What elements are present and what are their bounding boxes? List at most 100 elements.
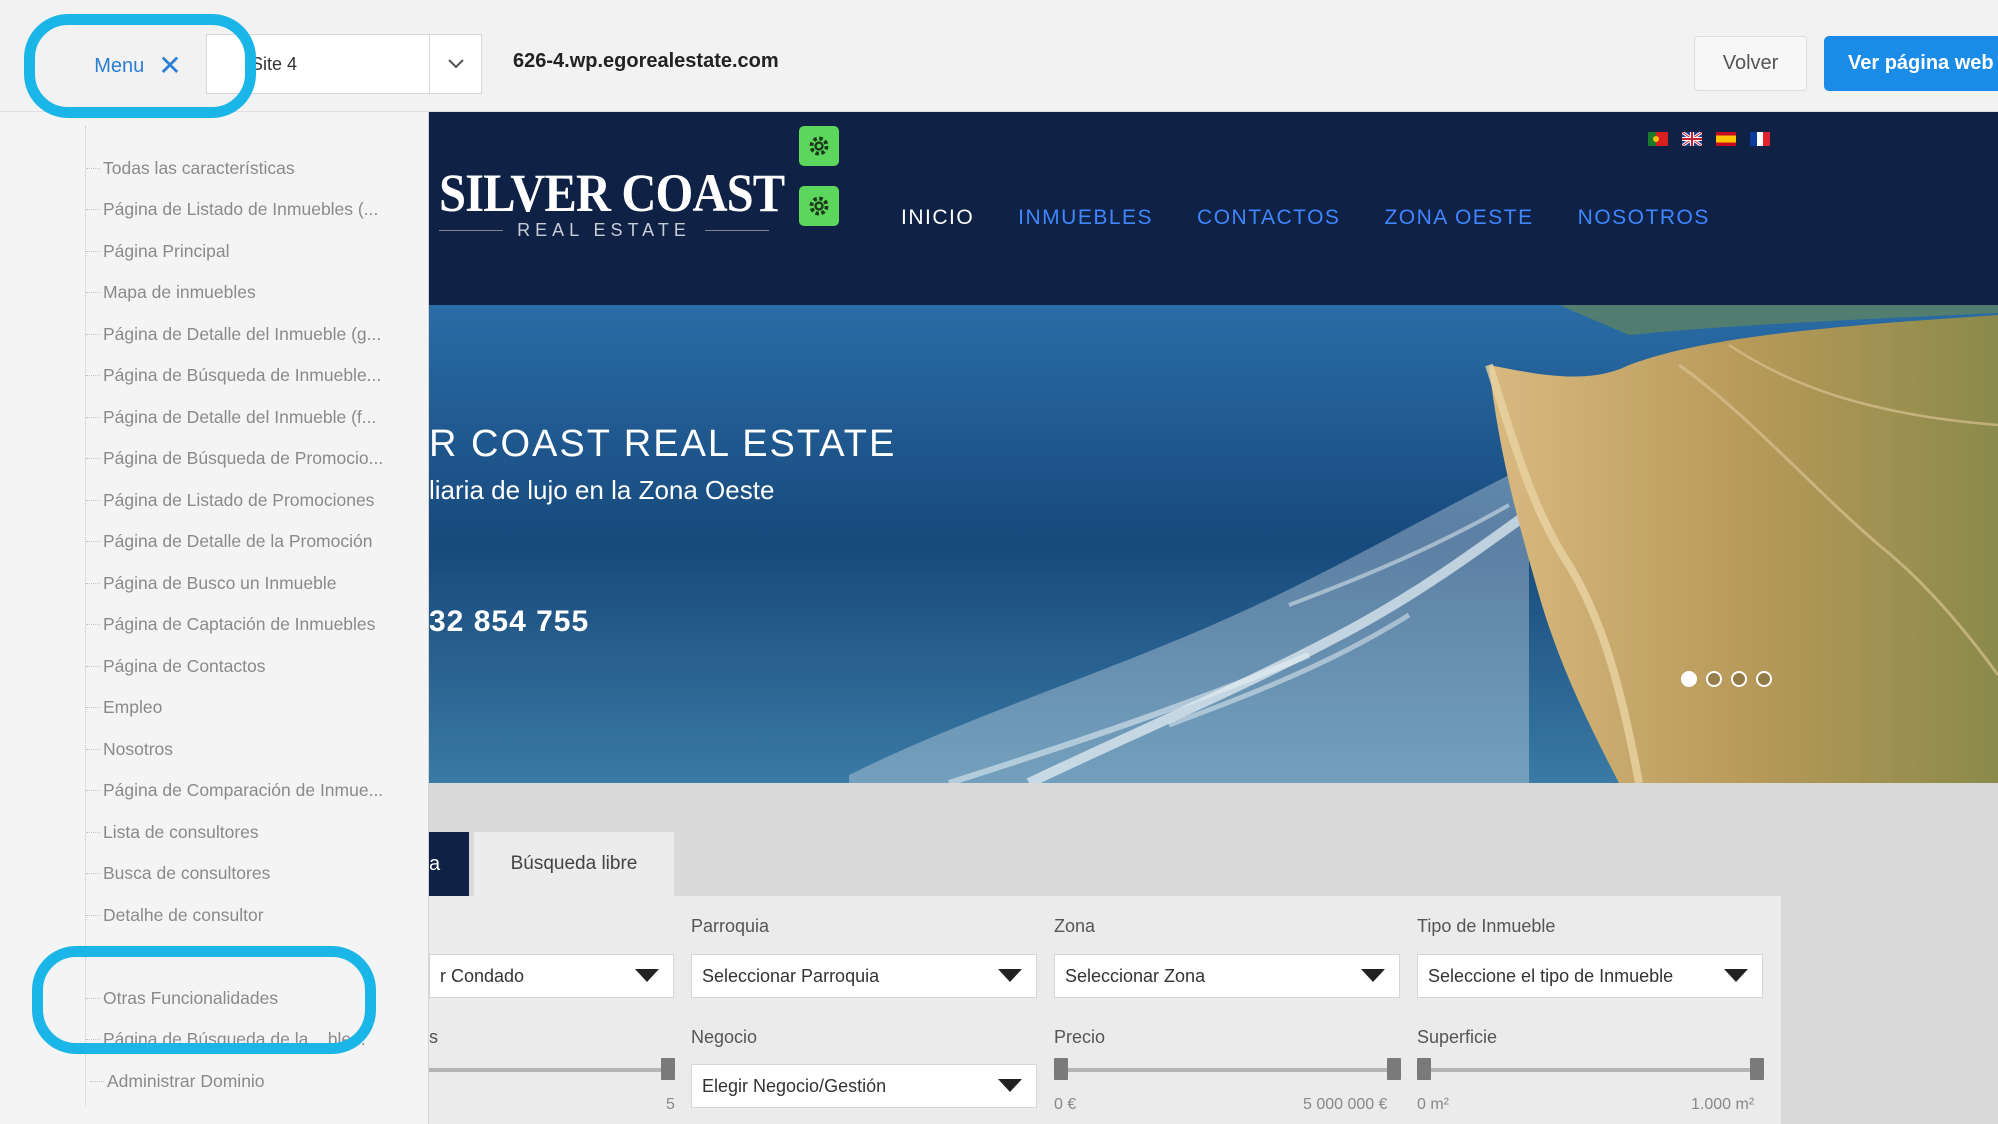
site-logo-subtitle: REAL ESTATE <box>439 220 770 241</box>
nav-item-inmuebles[interactable]: INMUEBLES <box>1018 206 1153 230</box>
chevron-down-icon[interactable] <box>429 35 481 93</box>
sidebar-item[interactable]: Página de Búsqueda de Promocio... <box>86 443 406 475</box>
sidebar-menu: Todas las características Página de Lista… <box>0 112 429 1124</box>
price-min-value: 0 € <box>1054 1096 1077 1113</box>
parish-select[interactable]: Seleccionar Parroquia <box>691 954 1037 998</box>
sidebar-item-label: Empleo <box>103 697 163 717</box>
price-slider-min-handle[interactable] <box>1054 1058 1068 1080</box>
area-slider-track[interactable] <box>1420 1068 1756 1072</box>
sidebar-item[interactable]: Nosotros <box>86 733 406 765</box>
nav-item-zona-oeste[interactable]: ZONA OESTE <box>1384 206 1533 230</box>
sidebar-item[interactable]: Administrar Dominio <box>90 1065 410 1097</box>
sidebar-item[interactable]: Otras Funcionalidades <box>86 982 406 1014</box>
area-label: Superficie <box>1417 1027 1498 1047</box>
dropdown-arrow-icon <box>998 969 1022 982</box>
parish-label: Parroquia <box>691 916 770 936</box>
site-domain: 626-4.wp.egorealestate.com <box>513 50 779 72</box>
property-type-select[interactable]: Seleccione el tipo de Inmueble <box>1417 954 1763 998</box>
sidebar-item-label: Página de Captación de Inmuebles <box>103 614 376 634</box>
business-select[interactable]: Elegir Negocio/Gestión <box>691 1064 1037 1108</box>
hero-phone: 32 854 755 <box>429 605 590 638</box>
sidebar-item-label: Administrar Dominio <box>107 1070 265 1091</box>
slider-dot[interactable] <box>1681 671 1697 687</box>
price-max-value: 5 000 000 € <box>1303 1096 1388 1113</box>
site-navigation: INICIO INMUEBLES CONTACTOS ZONA OESTE NOSOTR… <box>901 206 1710 230</box>
site-logo[interactable]: SILVER COAST <box>439 162 785 224</box>
sidebar-item-label: Página de Listado de Promociones <box>103 489 375 510</box>
flag-spain-icon[interactable] <box>1716 132 1736 146</box>
sidebar-item-label: Busca de consultores <box>103 863 271 883</box>
nav-item-nosotros[interactable]: NOSOTROS <box>1578 206 1710 230</box>
rooms-slider-handle[interactable] <box>661 1058 675 1080</box>
sidebar-item-label: Otras Funcionalidades <box>103 987 279 1008</box>
coastline-photo <box>429 305 1998 783</box>
tab-advanced-search[interactable]: a <box>429 832 469 896</box>
price-slider-track[interactable] <box>1057 1068 1393 1072</box>
gear-icon[interactable] <box>799 126 839 166</box>
website-preview: SILVER COAST REAL ESTATE INICIO INMUEBLES… <box>429 112 1998 1124</box>
sidebar-item-label: Página de Búsqueda de la ...ble... <box>103 1029 366 1049</box>
dropdown-arrow-icon <box>635 969 659 982</box>
sidebar-item[interactable]: Página Principal <box>86 235 406 267</box>
sidebar-item[interactable]: Página de Detalle del Inmueble (g... <box>86 318 406 350</box>
site-header: SILVER COAST REAL ESTATE INICIO INMUEBLES… <box>429 112 1998 305</box>
sidebar-item[interactable]: Página de Listado de Promociones <box>86 484 406 516</box>
area-min-value: 0 m² <box>1417 1096 1449 1113</box>
sidebar-item[interactable]: Página de Búsqueda de la ...ble... <box>86 1024 406 1056</box>
sidebar-item-label: Página de Búsqueda de Inmueble... <box>103 365 382 385</box>
sidebar-item-label: Página de Búsqueda de Promocio... <box>103 448 384 468</box>
nav-item-contactos[interactable]: CONTACTOS <box>1197 206 1340 230</box>
slider-dot[interactable] <box>1756 671 1772 687</box>
sidebar-item[interactable]: Página de Listado de Inmuebles (... <box>86 194 406 226</box>
tab-free-search[interactable]: Búsqueda libre <box>474 832 674 896</box>
dropdown-arrow-icon <box>998 1079 1022 1092</box>
county-select[interactable]: r Condado <box>429 954 674 998</box>
hero-subtitle: liaria de lujo en la Zona Oeste <box>429 475 775 505</box>
sidebar-item[interactable]: Todas las características <box>86 152 406 184</box>
sidebar-item-label: Todas las características <box>103 157 295 178</box>
flag-portugal-icon[interactable] <box>1648 132 1668 146</box>
gear-icon[interactable] <box>799 186 839 226</box>
sidebar-item-label: Página de Detalle de la Promoción <box>103 531 373 551</box>
area-slider-max-handle[interactable] <box>1750 1058 1764 1080</box>
flag-uk-icon[interactable] <box>1682 132 1702 146</box>
sidebar-item[interactable]: Lista de consultores <box>86 816 406 848</box>
sidebar-item[interactable]: Mapa de inmuebles <box>86 277 406 309</box>
menu-label: Menu <box>94 54 145 77</box>
area-slider-min-handle[interactable] <box>1417 1058 1431 1080</box>
site-select-value: Site 4 <box>251 53 298 74</box>
view-website-button[interactable]: Ver página web <box>1824 36 1998 91</box>
slider-dot[interactable] <box>1731 671 1747 687</box>
nav-item-inicio[interactable]: INICIO <box>901 206 974 230</box>
sidebar-item-label: Lista de consultores <box>103 821 259 842</box>
close-icon[interactable]: ✕ <box>158 52 181 80</box>
property-type-label: Tipo de Inmueble <box>1417 916 1556 936</box>
sidebar-item-label: Página de Busco un Inmueble <box>103 572 337 593</box>
sidebar-item-label: Página Principal <box>103 240 230 261</box>
sidebar-item[interactable]: Empleo <box>86 692 406 724</box>
sidebar-item[interactable]: Página de Detalle de la Promoción <box>86 526 406 558</box>
search-form: r Condado Parroquia Seleccionar Parroqui… <box>429 896 1781 1124</box>
price-slider-max-handle[interactable] <box>1387 1058 1401 1080</box>
slider-dot[interactable] <box>1706 671 1722 687</box>
flag-france-icon[interactable] <box>1750 132 1770 146</box>
sidebar-item[interactable]: Busca de consultores <box>86 858 406 890</box>
sidebar-item[interactable]: Página de Busco un Inmueble <box>86 567 406 599</box>
sidebar-item[interactable]: Página de Búsqueda de Inmueble... <box>86 360 406 392</box>
sidebar-item[interactable]: Página de Captación de Inmuebles <box>86 609 406 641</box>
sidebar-item[interactable]: Página de Detalle del Inmueble (f... <box>86 401 406 433</box>
menu-toggle-button[interactable]: Menu ✕ <box>58 30 218 102</box>
sidebar-item-label: Página de Contactos <box>103 655 266 676</box>
sidebar-item[interactable]: Página de Comparación de Inmue... <box>86 775 406 807</box>
zone-select[interactable]: Seleccionar Zona <box>1054 954 1400 998</box>
rooms-max-value: 5 <box>666 1096 675 1113</box>
sidebar-item-label: Página de Detalle del Inmueble (g... <box>103 323 382 344</box>
sidebar-item-label: Detalhe de consultor <box>103 904 264 925</box>
sidebar-item[interactable]: Detalhe de consultor <box>86 899 406 931</box>
back-button[interactable]: Volver <box>1694 36 1807 91</box>
rooms-slider-track[interactable] <box>429 1068 669 1072</box>
sidebar-item[interactable]: Página de Contactos <box>86 650 406 682</box>
site-select[interactable]: Site 4 <box>206 34 482 94</box>
dropdown-arrow-icon <box>1724 969 1748 982</box>
sidebar-item-label: Mapa de inmuebles <box>103 282 256 302</box>
